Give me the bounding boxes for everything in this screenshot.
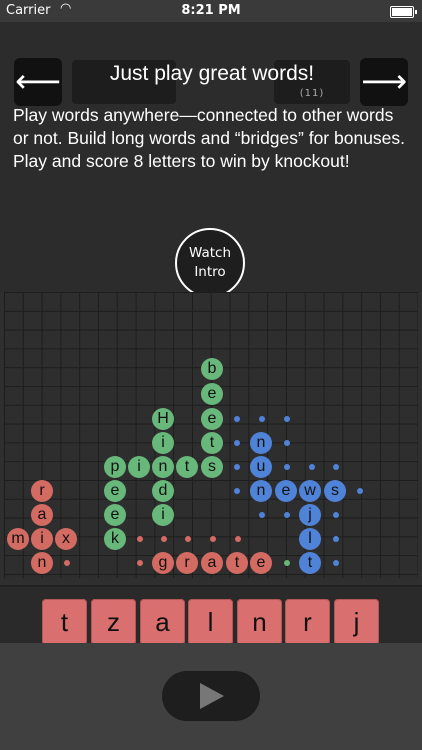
placement-dot xyxy=(284,560,290,566)
board-tile: H xyxy=(152,408,174,430)
rack-tile[interactable]: r xyxy=(285,599,330,645)
board-tile: k xyxy=(104,528,126,550)
rack-tile[interactable]: n xyxy=(237,599,282,645)
placement-dot xyxy=(284,464,290,470)
board-tile: i xyxy=(128,456,150,478)
rack-tile[interactable]: l xyxy=(188,599,233,645)
board-tile: t xyxy=(299,552,321,574)
placement-dot xyxy=(333,560,339,566)
board-tile: m xyxy=(7,528,29,550)
clock: 8:21 PM xyxy=(181,3,241,18)
rack-tile[interactable]: z xyxy=(91,599,136,645)
placement-dot xyxy=(259,416,265,422)
board-tile: e xyxy=(104,480,126,502)
board-tile: t xyxy=(176,456,198,478)
watch-intro-line2: Intro xyxy=(194,264,226,280)
opponent-score-sub: (11) xyxy=(299,88,325,99)
board-tile: g xyxy=(152,552,174,574)
watch-intro-button[interactable]: Watch Intro xyxy=(175,228,245,298)
placement-dot xyxy=(137,536,143,542)
rack-tile[interactable]: a xyxy=(140,599,185,645)
status-bar: Carrier ◠ 8:21 PM xyxy=(0,0,422,22)
board-tile: e xyxy=(201,383,223,405)
placement-dot xyxy=(234,440,240,446)
board-tile: w xyxy=(299,480,321,502)
play-icon xyxy=(200,683,224,709)
letter-rack: t z a l n r j xyxy=(0,585,422,645)
board-tile: i xyxy=(152,504,174,526)
arrow-right-icon: ⟶ xyxy=(361,62,407,100)
placement-dot xyxy=(210,536,216,542)
bottom-bar xyxy=(0,643,422,750)
placement-dot xyxy=(259,512,265,518)
placement-dot xyxy=(64,560,70,566)
placement-dot xyxy=(235,536,241,542)
rack-tile[interactable]: j xyxy=(334,599,379,645)
board-tile: i xyxy=(31,528,53,550)
placement-dot xyxy=(234,416,240,422)
placement-dot xyxy=(185,536,191,542)
back-arrow-button[interactable]: ⟵ xyxy=(14,58,62,106)
board-tile: l xyxy=(299,528,321,550)
board-tile: s xyxy=(324,480,346,502)
arrow-left-icon: ⟵ xyxy=(15,62,61,100)
placement-dot xyxy=(333,536,339,542)
placement-dot xyxy=(284,512,290,518)
game-board[interactable]: b e e t s H i n d i p i t e e k n u n e … xyxy=(4,292,418,578)
battery-icon xyxy=(390,6,417,18)
board-tile: n xyxy=(250,480,272,502)
board-tile: n xyxy=(31,552,53,574)
board-tile: n xyxy=(250,432,272,454)
tutorial-title: Just play great words! xyxy=(109,62,315,85)
board-tile: a xyxy=(31,504,53,526)
board-tile: r xyxy=(31,480,53,502)
board-tile: t xyxy=(226,552,248,574)
board-tile: p xyxy=(104,456,126,478)
tutorial-instructions: Play words anywhere—connected to other w… xyxy=(13,105,406,171)
board-tile: i xyxy=(152,432,174,454)
board-tile: s xyxy=(201,456,223,478)
board-tile: e xyxy=(104,504,126,526)
placement-dot xyxy=(137,560,143,566)
play-button[interactable] xyxy=(162,671,260,721)
board-tile: a xyxy=(201,552,223,574)
placement-dot xyxy=(234,488,240,494)
game-header: (11) ⟵ Just play great words! ⟶ Play wor… xyxy=(0,22,422,298)
placement-dot xyxy=(357,488,363,494)
next-arrow-button[interactable]: ⟶ xyxy=(360,58,408,106)
board-tile: x xyxy=(55,528,77,550)
board-tile: e xyxy=(250,552,272,574)
placement-dot xyxy=(234,464,240,470)
board-tile: b xyxy=(201,358,223,380)
board-tile: e xyxy=(275,480,297,502)
placement-dot xyxy=(333,512,339,518)
board-tile: n xyxy=(152,456,174,478)
board-tile: d xyxy=(152,480,174,502)
placement-dot xyxy=(309,464,315,470)
placement-dot xyxy=(284,416,290,422)
board-tile: e xyxy=(201,408,223,430)
board-tile: j xyxy=(299,504,321,526)
board-tile: u xyxy=(250,456,272,478)
placement-dot xyxy=(333,464,339,470)
board-tile: t xyxy=(201,432,223,454)
placement-dot xyxy=(284,440,290,446)
placement-dot xyxy=(161,536,167,542)
rack-tile[interactable]: t xyxy=(42,599,87,645)
board-tile: r xyxy=(176,552,198,574)
watch-intro-line1: Watch xyxy=(188,245,232,261)
